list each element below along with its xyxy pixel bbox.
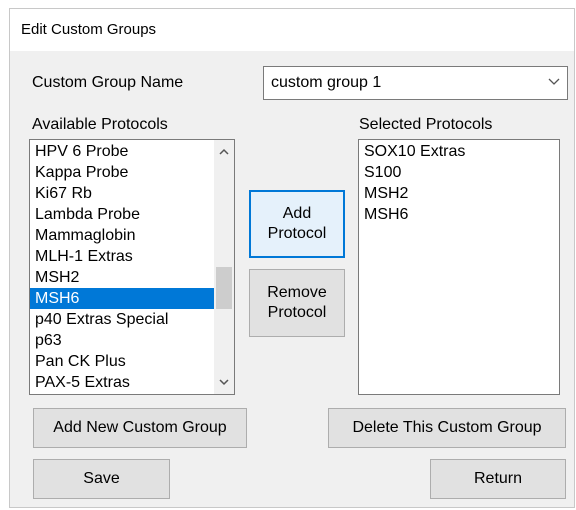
window-title: Edit Custom Groups (21, 21, 157, 38)
chevron-down-icon[interactable] (214, 372, 234, 392)
custom-group-name-label: Custom Group Name (32, 74, 184, 91)
list-item[interactable]: Pan CK Plus (30, 351, 234, 372)
delete-custom-group-button[interactable]: Delete This Custom Group (328, 408, 566, 448)
custom-group-select[interactable]: custom group 1 (263, 66, 568, 100)
remove-protocol-button[interactable]: Remove Protocol (249, 269, 345, 337)
list-item[interactable]: p40 Extras Special (30, 309, 234, 330)
title-bar: Edit Custom Groups (10, 9, 574, 51)
add-new-custom-group-button[interactable]: Add New Custom Group (33, 408, 247, 448)
list-item[interactable]: PAX-5 Extras (30, 372, 234, 393)
custom-group-select-value: custom group 1 (271, 74, 382, 91)
list-item[interactable]: SOX10 Extras (359, 141, 559, 162)
save-button[interactable]: Save (33, 459, 170, 499)
selected-protocols-listbox[interactable]: SOX10 Extras S100 MSH2 MSH6 (358, 139, 560, 395)
edit-custom-groups-window: Edit Custom Groups Custom Group Name cus… (9, 8, 575, 508)
list-item[interactable]: Ki67 Rb (30, 183, 234, 204)
list-item[interactable]: Lambda Probe (30, 204, 234, 225)
chevron-down-icon[interactable] (547, 74, 561, 88)
available-protocols-scrollbar[interactable] (214, 140, 234, 394)
add-protocol-button[interactable]: Add Protocol (249, 190, 345, 258)
scrollbar-thumb[interactable] (216, 267, 232, 309)
return-button[interactable]: Return (430, 459, 566, 499)
available-protocols-listbox[interactable]: HPV 6 Probe Kappa Probe Ki67 Rb Lambda Prob… (29, 139, 235, 395)
list-item[interactable]: MSH2 (359, 183, 559, 204)
list-item[interactable]: Mammaglobin (30, 225, 234, 246)
list-item[interactable]: MSH2 (30, 267, 234, 288)
list-item[interactable]: MSH6 (359, 204, 559, 225)
list-item[interactable]: MSH6 (30, 288, 234, 309)
list-item[interactable]: p63 (30, 330, 234, 351)
list-item[interactable]: S100 (359, 162, 559, 183)
list-item[interactable]: HPV 6 Probe (30, 141, 234, 162)
available-protocols-label: Available Protocols (32, 116, 168, 133)
selected-protocols-label: Selected Protocols (359, 116, 493, 133)
chevron-up-icon[interactable] (214, 142, 234, 162)
list-item[interactable]: MLH-1 Extras (30, 246, 234, 267)
list-item[interactable]: Kappa Probe (30, 162, 234, 183)
